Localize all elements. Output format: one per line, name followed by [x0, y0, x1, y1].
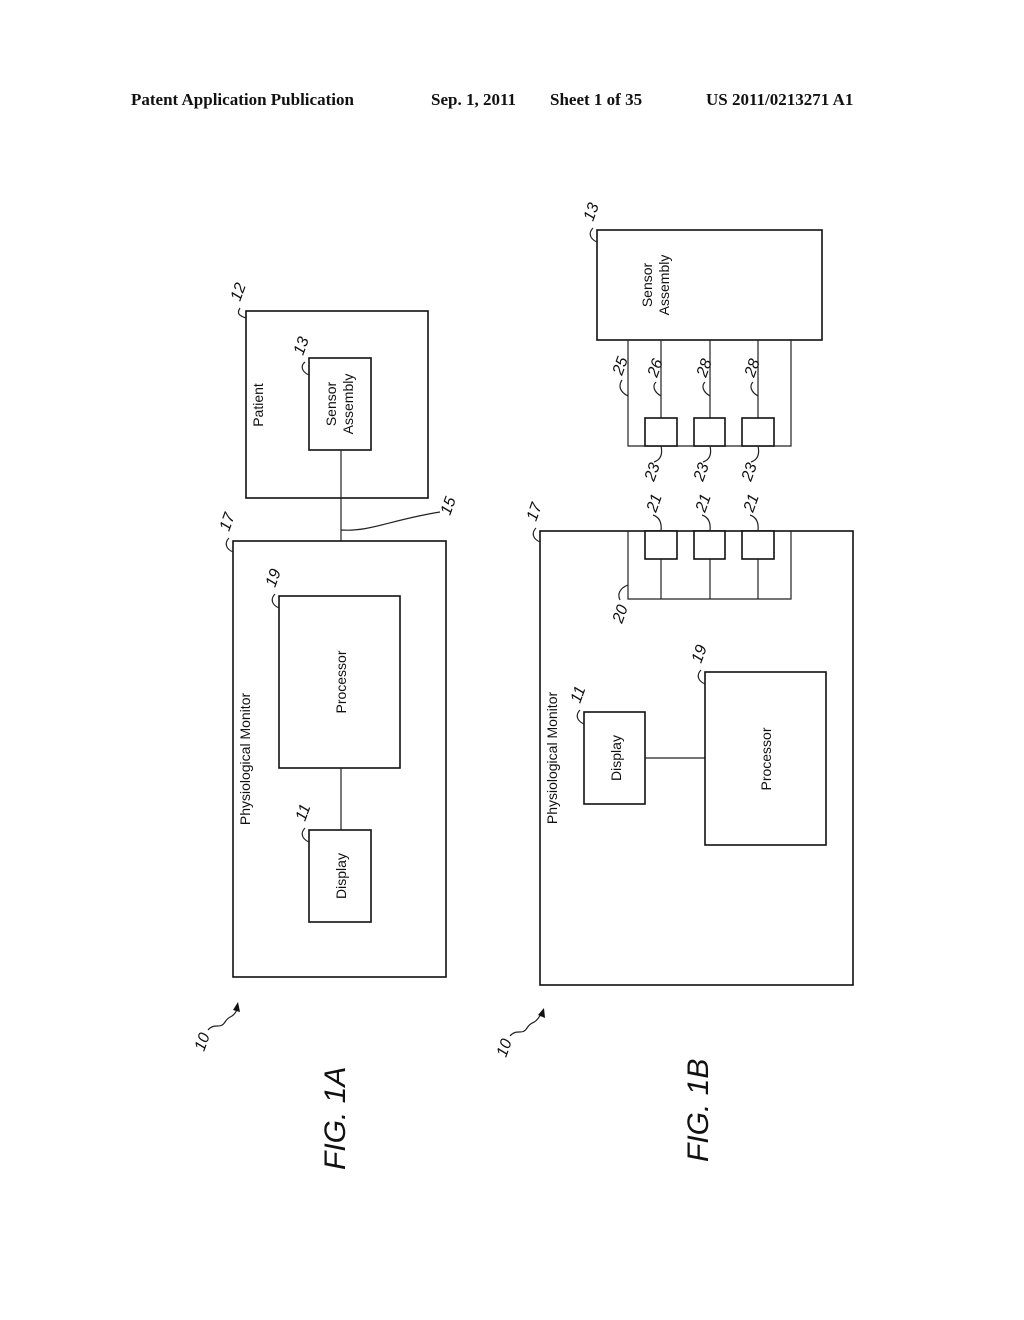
leader-28b [750, 381, 759, 397]
monitor-label-1b: Physiological Monitor [544, 692, 560, 825]
display-label: Display [333, 853, 349, 899]
ref-15: 15 [438, 495, 460, 518]
sensor-label-line2-1b: Assembly [656, 255, 672, 316]
drawing-sheet: Patient 12 Sensor Assembly 13 15 Physiol… [192, 201, 854, 1170]
leader-17-1b [532, 527, 541, 543]
monitor-label: Physiological Monitor [237, 693, 253, 826]
leader-12 [237, 307, 247, 319]
ref-21c: 21 [740, 492, 762, 515]
display-label-1b: Display [608, 735, 624, 781]
ref-12: 12 [228, 281, 250, 304]
sensor-contact-23c [741, 417, 775, 447]
processor-label-1b: Processor [758, 727, 774, 790]
patient-label: Patient [250, 383, 266, 427]
ref-23a: 23 [641, 461, 663, 485]
monitor-contact-21c [741, 530, 775, 560]
sensor-label-line1-1b: Sensor [639, 262, 655, 307]
leader-23c [750, 445, 760, 463]
ref-28b: 28 [741, 357, 763, 381]
leader-13-1b [589, 227, 598, 243]
leader-28a [702, 381, 711, 397]
ref-13-1b: 13 [581, 201, 603, 224]
ref-21b: 21 [692, 492, 714, 515]
sensor-contact-23a [644, 417, 678, 447]
leader-21c [749, 514, 759, 532]
ref-23b: 23 [690, 461, 712, 485]
ref-17: 17 [217, 510, 239, 534]
arrow-10-fig1a [207, 1007, 239, 1031]
leader-25 [619, 379, 629, 397]
leader-23b [702, 445, 712, 463]
leader-17 [225, 537, 234, 553]
fig-1a: Patient 12 Sensor Assembly 13 15 Physiol… [192, 281, 460, 1170]
ref-26: 26 [644, 357, 666, 381]
leader-23a [653, 445, 663, 463]
sensor-label-line1: Sensor [323, 381, 339, 426]
monitor-contact-21b [693, 530, 726, 560]
arrowhead-10-fig1a [233, 1002, 240, 1012]
arrow-10-fig1b [509, 1013, 542, 1037]
ref-23c: 23 [738, 461, 760, 485]
ref-10-fig1a: 10 [192, 1031, 214, 1054]
sensor-label-line2: Assembly [340, 374, 356, 435]
leader-15 [340, 511, 441, 531]
sensor-contact-23b [693, 417, 726, 447]
leader-21b [701, 514, 711, 532]
sensor-assembly-box-1b [596, 229, 823, 341]
fig-1a-caption: FIG. 1A [319, 1067, 352, 1170]
processor-label: Processor [333, 650, 349, 713]
leader-21a [652, 514, 662, 532]
monitor-contact-21a [644, 530, 678, 560]
ref-17-1b: 17 [524, 500, 546, 524]
ref-21a: 21 [643, 492, 665, 515]
ref-10-fig1b: 10 [494, 1037, 516, 1060]
fig-1b: Sensor Assembly 13 25 26 28 28 23 23 23 … [494, 201, 854, 1162]
leader-26 [653, 381, 662, 397]
ref-28a: 28 [693, 357, 715, 381]
fig-1b-caption: FIG. 1B [682, 1059, 715, 1162]
